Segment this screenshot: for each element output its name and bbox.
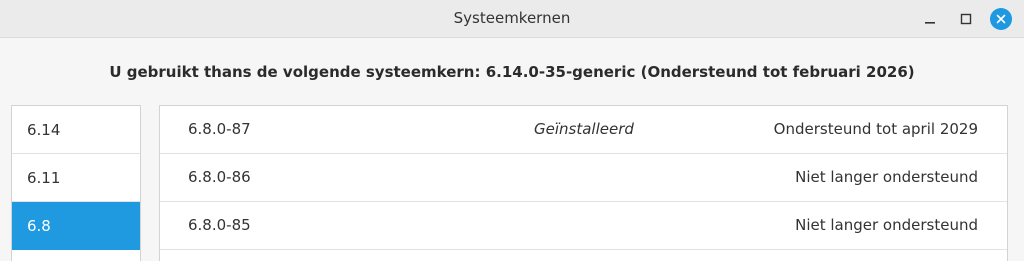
kernel-version: 6.8.0-85 [188,216,251,234]
kernel-version: 6.8.0-86 [188,168,251,186]
maximize-icon [960,13,972,25]
kernel-series-list: 6.14 6.11 6.8 [11,105,141,261]
titlebar: Systeemkernen [0,0,1024,38]
sidebar-item-6-8[interactable]: 6.8 [12,202,140,250]
kernel-version-list: 6.8.0-87 Geïnstalleerd Ondersteund tot a… [159,105,1008,261]
sidebar-item-6-11[interactable]: 6.11 [12,154,140,202]
current-kernel-heading: U gebruikt thans de volgende systeemkern… [109,63,915,81]
support-status: Niet langer ondersteund [795,168,978,186]
minimize-icon [925,22,935,24]
support-status: Niet langer ondersteund [795,216,978,234]
maximize-button[interactable] [954,7,978,31]
close-icon [996,14,1006,24]
sidebar-item-6-14[interactable]: 6.14 [12,106,140,154]
minimize-button[interactable] [918,7,942,31]
kernel-row[interactable]: 6.8.0-85 Niet langer ondersteund [160,202,1007,250]
kernel-version: 6.8.0-87 [188,120,251,138]
close-button-circle [990,8,1012,30]
sidebar-item-label: 6.8 [27,216,51,235]
kernel-row[interactable]: 6.8.0-87 Geïnstalleerd Ondersteund tot a… [160,106,1007,154]
kernel-row[interactable]: 6.8.0-86 Niet langer ondersteund [160,154,1007,202]
support-status: Ondersteund tot april 2029 [773,120,978,138]
installed-status: Geïnstalleerd [534,120,634,138]
sidebar-item-label: 6.11 [27,168,61,187]
sidebar-item-label: 6.14 [27,120,61,139]
close-button[interactable] [989,7,1013,31]
kernel-window: Systeemkernen U gebruikt thans de volgen… [0,0,1024,261]
window-title: Systeemkernen [453,9,571,27]
